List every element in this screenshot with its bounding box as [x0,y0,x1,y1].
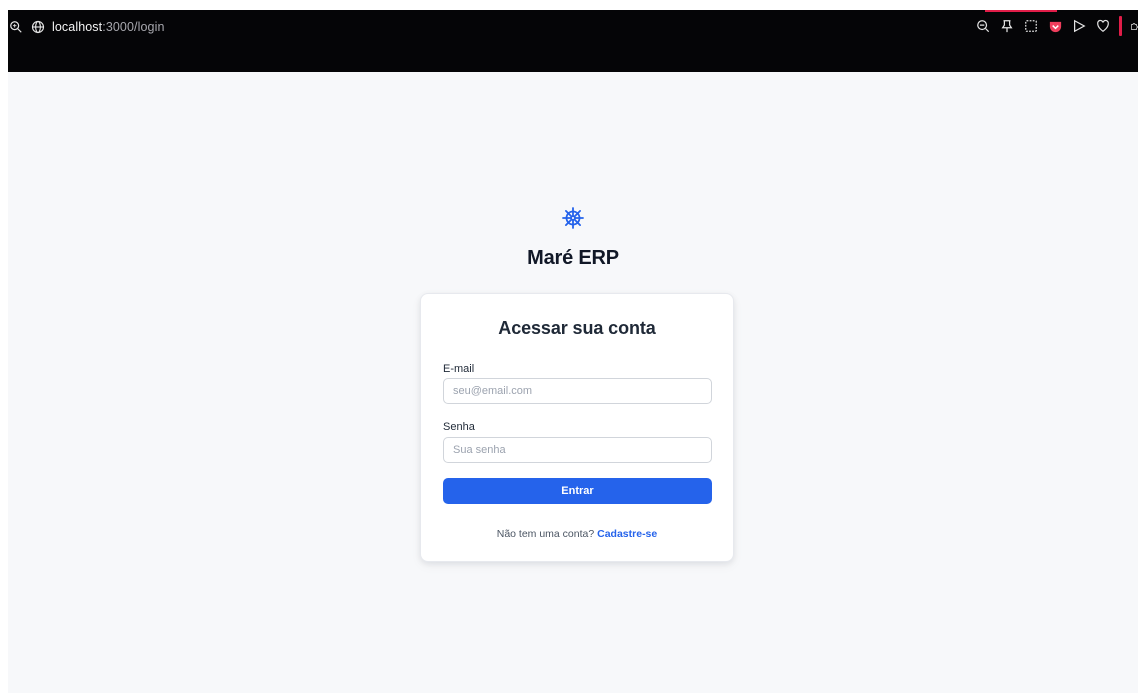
url-text[interactable]: localhost:3000/login [52,20,165,34]
email-label: E-mail [443,363,475,375]
browser-toolbar: localhost:3000/login [8,10,1138,72]
signup-prompt: Não tem uma conta? [496,528,595,540]
ship-wheel-icon [561,206,585,230]
login-page: Maré ERP Acessar sua conta E-mail Senha … [8,72,1138,693]
send-icon[interactable] [1071,18,1087,34]
brand-logo [8,206,1138,235]
email-field[interactable] [443,378,712,404]
url-host: localhost [52,20,103,34]
card-title: Acessar sua conta [498,318,656,338]
signup-link[interactable]: Cadastre-se [597,528,657,540]
heart-icon[interactable] [1095,18,1111,34]
tab-accent-line [985,10,1057,12]
brand-title: Maré ERP [527,247,619,269]
extension-icon[interactable] [1130,18,1138,34]
url-path: :3000/login [102,20,165,34]
globe-icon [30,19,46,35]
toolbar-actions [975,16,1138,36]
toolbar-separator [1119,16,1122,36]
zoom-out-icon[interactable] [975,18,991,34]
submit-button[interactable]: Entrar [443,478,712,504]
password-label: Senha [443,421,475,433]
address-bar[interactable]: localhost:3000/login [8,18,165,36]
signup-row: Não tem uma conta? Cadastre-se [421,528,733,540]
screenshot-icon[interactable] [1023,18,1039,34]
pin-icon[interactable] [999,18,1015,34]
pocket-icon[interactable] [1047,18,1063,34]
login-card: Acessar sua conta E-mail Senha Entrar Nã… [420,293,734,562]
search-key-icon[interactable] [8,19,24,35]
password-field[interactable] [443,437,712,463]
